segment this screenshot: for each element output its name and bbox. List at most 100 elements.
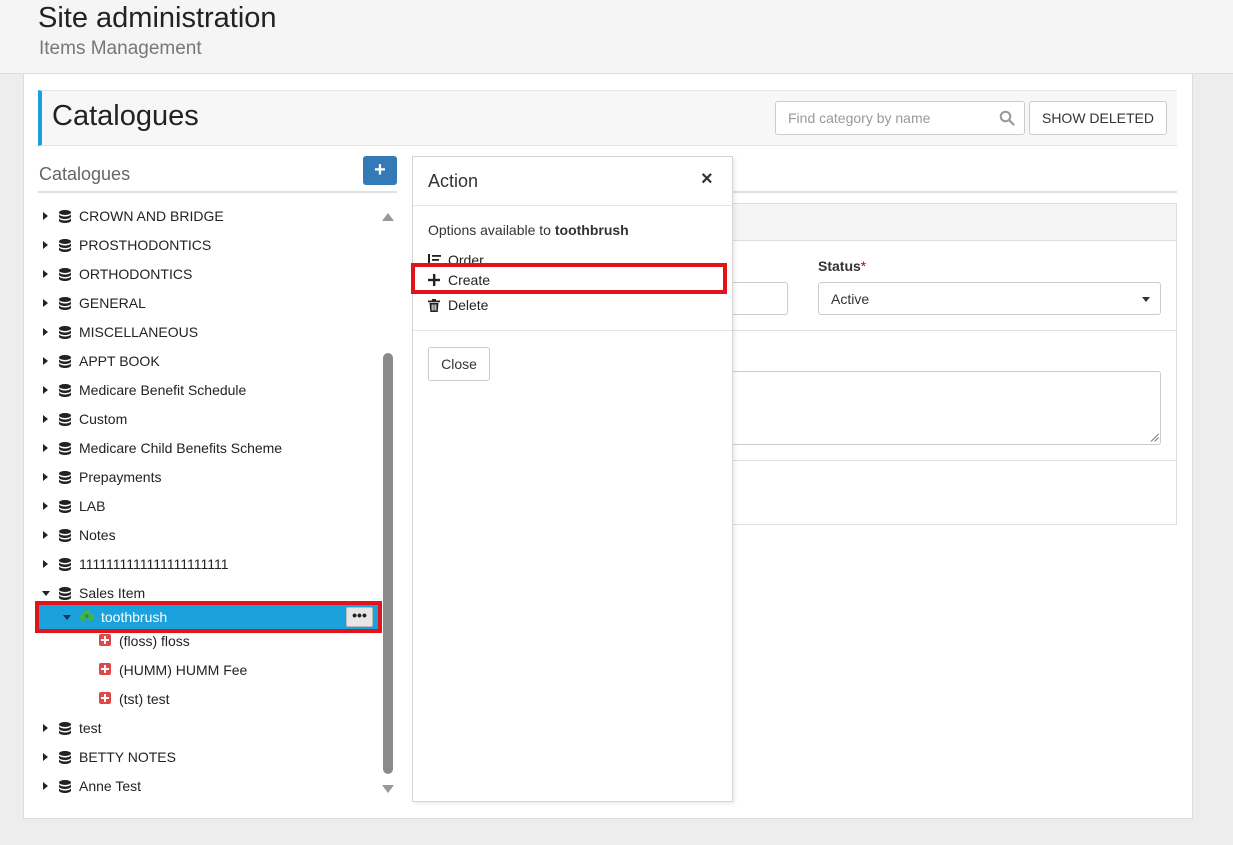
database-icon	[59, 500, 71, 513]
database-icon	[59, 239, 71, 252]
tree-item[interactable]: APPT BOOK	[38, 349, 382, 373]
tree-item[interactable]: BETTY NOTES	[38, 745, 382, 769]
tree-item[interactable]: 1111111111111111111111	[38, 552, 382, 576]
scroll-down-icon[interactable]	[382, 785, 394, 793]
show-deleted-button[interactable]: SHOW DELETED	[1029, 101, 1167, 135]
database-icon	[59, 751, 71, 764]
tree-item-label: GENERAL	[79, 295, 146, 311]
tree-item[interactable]: Custom	[38, 407, 382, 431]
caret-down-icon[interactable]	[42, 591, 50, 596]
tree-item-label: CROWN AND BRIDGE	[79, 208, 224, 224]
caret-down-icon	[1142, 297, 1150, 302]
tree-item[interactable]: Medicare Benefit Schedule	[38, 378, 382, 402]
required-marker: *	[860, 258, 867, 274]
status-label: Status*	[818, 258, 866, 274]
database-icon	[59, 326, 71, 339]
tree-item-label: Notes	[79, 527, 116, 543]
status-select-value: Active	[831, 291, 870, 307]
caret-right-icon[interactable]	[43, 386, 48, 394]
page-title: Site administration	[38, 2, 277, 34]
tree-child-item[interactable]: (tst) test	[38, 687, 382, 711]
tree-item-label: Sales Item	[79, 585, 146, 601]
tree-item[interactable]: PROSTHODONTICS	[38, 233, 382, 257]
tree-item[interactable]: ORTHODONTICS	[38, 262, 382, 286]
tree-item[interactable]: Medicare Child Benefits Scheme	[38, 436, 382, 460]
tree-item-label: 1111111111111111111111	[79, 556, 229, 572]
database-icon	[59, 722, 71, 735]
name-field[interactable]	[733, 282, 788, 315]
scrollbar-thumb[interactable]	[383, 353, 393, 774]
scroll-up-icon[interactable]	[382, 213, 394, 221]
caret-right-icon[interactable]	[43, 724, 48, 732]
tree-item-label: BETTY NOTES	[79, 749, 176, 765]
caret-right-icon[interactable]	[43, 502, 48, 510]
divider	[38, 191, 397, 193]
tree-item[interactable]: GENERAL	[38, 291, 382, 315]
tree-child-item[interactable]: (HUMM) HUMM Fee	[38, 658, 382, 682]
caret-right-icon[interactable]	[43, 560, 48, 568]
tree-item[interactable]: Anne Test	[38, 774, 382, 798]
caret-right-icon[interactable]	[43, 753, 48, 761]
caret-right-icon[interactable]	[43, 782, 48, 790]
plus-square-icon	[99, 663, 111, 675]
caret-right-icon[interactable]	[43, 444, 48, 452]
resize-grip-icon[interactable]	[1150, 433, 1159, 442]
tree-heading: Catalogues	[39, 164, 131, 184]
caret-right-icon[interactable]	[43, 357, 48, 365]
tree-item-label: Medicare Benefit Schedule	[79, 382, 247, 398]
caret-right-icon[interactable]	[43, 531, 48, 539]
caret-right-icon[interactable]	[43, 415, 48, 423]
highlight-box	[411, 263, 727, 294]
database-icon	[59, 442, 71, 455]
form-panel	[733, 203, 1177, 525]
tree-item-label: Medicare Child Benefits Scheme	[79, 440, 283, 456]
catalogues-title: Catalogues	[52, 100, 199, 132]
delete-option-label: Delete	[448, 297, 489, 313]
database-icon	[59, 780, 71, 793]
caret-right-icon[interactable]	[43, 241, 48, 249]
catalogue-tree: CROWN AND BRIDGE PROSTHODONTICS ORTHODON…	[38, 201, 382, 801]
add-catalogue-button[interactable]: +	[363, 156, 397, 185]
tree-item-label: Prepayments	[79, 469, 162, 485]
tree-item[interactable]: test	[38, 716, 382, 740]
tree-item[interactable]: LAB	[38, 494, 382, 518]
tree-item-label: PROSTHODONTICS	[79, 237, 212, 253]
caret-right-icon[interactable]	[43, 299, 48, 307]
tree-item-label: MISCELLANEOUS	[79, 324, 199, 340]
highlight-box	[35, 601, 382, 633]
database-icon	[59, 297, 71, 310]
description-textarea[interactable]	[733, 371, 1161, 445]
form-panel-header	[733, 204, 1176, 241]
caret-right-icon[interactable]	[43, 328, 48, 336]
caret-right-icon[interactable]	[43, 473, 48, 481]
plus-square-icon	[99, 634, 111, 646]
divider	[733, 460, 1177, 461]
status-select[interactable]: Active	[818, 282, 1161, 315]
search-box	[775, 101, 1025, 135]
dialog-description: Options available to toothbrush	[428, 222, 629, 238]
database-icon	[59, 471, 71, 484]
search-icon[interactable]	[999, 110, 1015, 126]
tree-item[interactable]: CROWN AND BRIDGE	[38, 204, 382, 228]
tree-item-label: (floss) floss	[119, 633, 190, 649]
tree-item[interactable]: MISCELLANEOUS	[38, 320, 382, 344]
database-icon	[59, 587, 71, 600]
close-button[interactable]: Close	[428, 347, 490, 381]
tree-item-label: test	[79, 720, 102, 736]
database-icon	[59, 529, 71, 542]
caret-right-icon[interactable]	[43, 212, 48, 220]
dialog-description-prefix: Options available to	[428, 222, 555, 238]
divider	[413, 330, 732, 331]
tree-item[interactable]: Prepayments	[38, 465, 382, 489]
close-icon[interactable]: ×	[701, 168, 713, 191]
search-input[interactable]	[776, 102, 991, 134]
tree-item[interactable]: Notes	[38, 523, 382, 547]
delete-option[interactable]: Delete	[428, 297, 708, 315]
caret-right-icon[interactable]	[43, 270, 48, 278]
tree-item-label: Custom	[79, 411, 128, 427]
page-header: Site administration Items Management	[0, 0, 1233, 74]
dialog-title: Action	[428, 171, 479, 191]
tree-item-label: (tst) test	[119, 691, 170, 707]
plus-square-icon	[99, 692, 111, 704]
divider	[733, 191, 1177, 193]
